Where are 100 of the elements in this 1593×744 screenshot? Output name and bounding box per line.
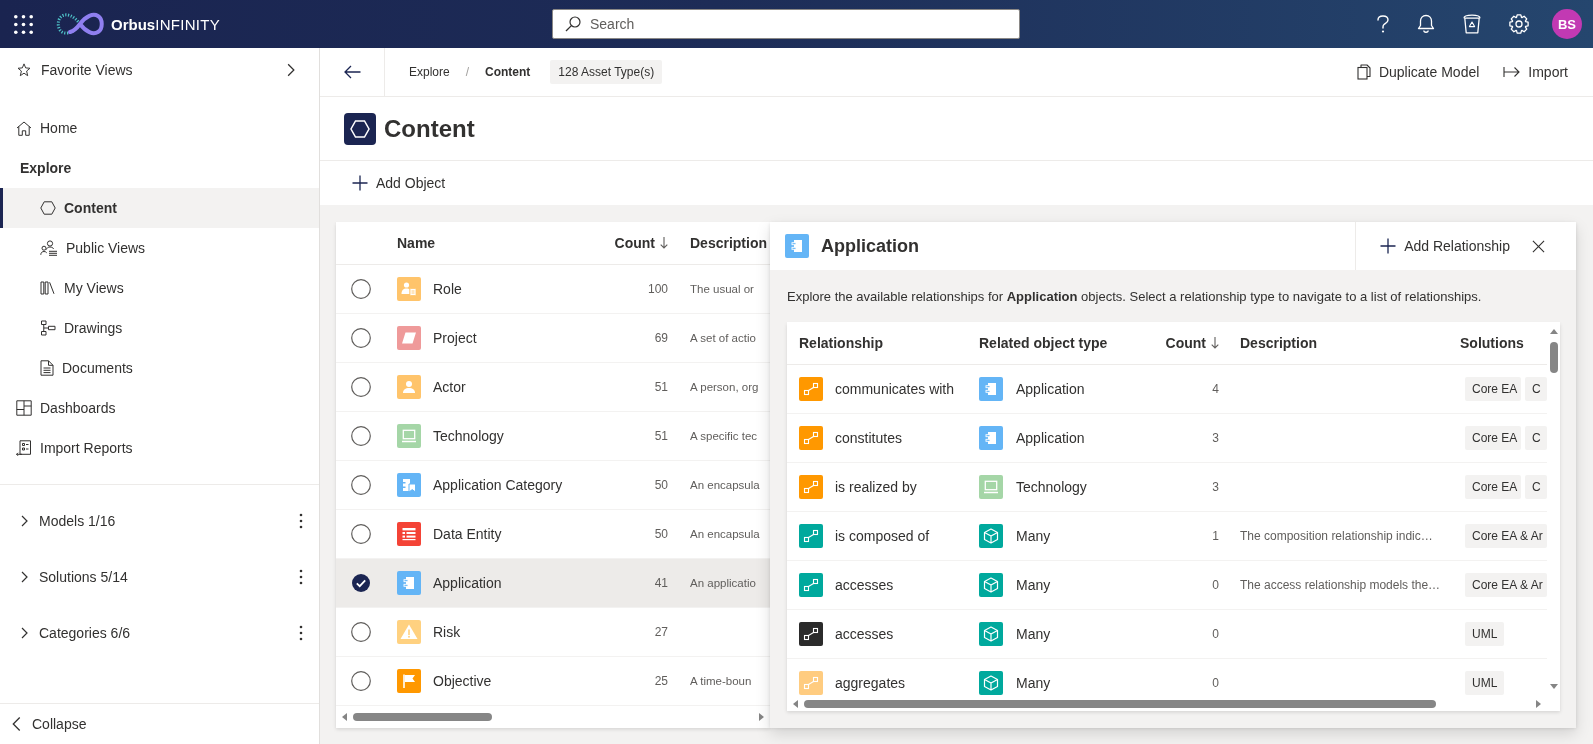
breadcrumb-link[interactable]: Explore	[409, 65, 450, 79]
duplicate-model-button[interactable]: Duplicate Model	[1356, 64, 1480, 80]
object-type-name: Project	[433, 330, 477, 346]
column-header[interactable]: Related object type	[967, 335, 1140, 351]
count-text: 3	[1212, 431, 1219, 445]
sidebar-item[interactable]: Content	[0, 188, 319, 228]
add-object-button[interactable]: Add Object	[352, 175, 446, 191]
relationship-name[interactable]: is realized by	[835, 479, 917, 495]
table-row[interactable]: Project 69 A set of actio	[336, 314, 770, 363]
close-icon[interactable]	[1532, 239, 1545, 253]
page-title: Content	[384, 114, 475, 143]
related-type-name: Application	[1016, 381, 1085, 397]
logo-icon	[55, 10, 105, 38]
column-header[interactable]: Solutions	[1448, 335, 1547, 351]
column-header[interactable]: Description	[678, 235, 770, 251]
table-row[interactable]: Technology 51 A specific tec	[336, 412, 770, 461]
radio-button[interactable]	[351, 622, 371, 642]
caret-left-icon	[342, 713, 347, 721]
sidebar-item[interactable]: Public Views	[0, 228, 319, 268]
count-text: 41	[654, 576, 668, 590]
column-header[interactable]: Name	[386, 235, 610, 251]
collapse-button[interactable]: Collapse	[0, 704, 319, 744]
radio-button[interactable]	[351, 426, 371, 446]
document-icon	[40, 360, 54, 376]
dots-grid-icon[interactable]	[14, 14, 33, 34]
intro-text: Explore the available relationships for Application objects. Select a relationship type to navigate to a list of relationships.	[787, 288, 1483, 306]
breadcrumb-link[interactable]: Content	[485, 65, 531, 79]
relationship-name[interactable]: communicates with	[835, 381, 955, 397]
more-icon[interactable]	[299, 569, 303, 585]
table-row[interactable]: Objective 25 A time-boun	[336, 657, 770, 706]
count-text: 0	[1212, 627, 1219, 641]
radio-button[interactable]	[351, 377, 371, 397]
caret-up-icon	[1549, 329, 1558, 334]
description-text: A specific tec	[690, 430, 758, 442]
count-text: 50	[654, 527, 668, 541]
relationship-name[interactable]: accesses	[835, 626, 894, 642]
user-avatar[interactable]: BS	[1552, 9, 1582, 39]
scrollbar-thumb[interactable]	[1549, 342, 1558, 373]
copy-icon	[1356, 64, 1371, 80]
column-header[interactable]: Relationship	[787, 335, 967, 351]
radio-button[interactable]	[351, 524, 371, 544]
settings-icon[interactable]	[1509, 14, 1529, 34]
caret-left-icon	[793, 699, 798, 708]
description-text: The access relationship models the…	[1240, 578, 1441, 592]
table-row[interactable]: Risk 27	[336, 608, 770, 657]
column-header[interactable]: Description	[1228, 335, 1448, 351]
radio-button[interactable]	[351, 475, 371, 495]
description-text: The composition relationship indic…	[1240, 529, 1433, 543]
add-relationship-button[interactable]: Add Relationship	[1380, 238, 1510, 254]
sidebar-item[interactable]: My Views	[0, 268, 319, 308]
table-row[interactable]: Application Category 50 An encapsula	[336, 461, 770, 510]
sidebar-group[interactable]: Models 1/16	[0, 493, 116, 549]
table-row[interactable]: Role 100 The usual or	[336, 265, 770, 314]
radio-button[interactable]	[352, 574, 370, 592]
star-icon	[17, 62, 31, 77]
count-text: 27	[654, 625, 668, 639]
caret-right-icon	[1536, 699, 1541, 708]
sidebar-group[interactable]: Categories 6/6	[0, 605, 131, 661]
question-mark-icon[interactable]	[1377, 15, 1389, 33]
more-icon[interactable]	[299, 513, 303, 529]
back-arrow-icon[interactable]	[343, 65, 361, 79]
relationship-name[interactable]: constitutes	[835, 430, 902, 446]
sidebar-item[interactable]: Import Reports	[0, 428, 319, 468]
radio-button[interactable]	[351, 279, 371, 299]
description-text: An applicatio	[690, 577, 756, 589]
solution-tag: Core EA	[1465, 475, 1521, 499]
import-button[interactable]: Import	[1503, 64, 1568, 80]
sidebar-item[interactable]: Dashboards	[0, 388, 319, 428]
table-row[interactable]: Application 41 An applicatio	[336, 559, 770, 608]
sidebar-item[interactable]: Documents	[0, 348, 319, 388]
count-text: 1	[1212, 529, 1219, 543]
relationship-name[interactable]: accesses	[835, 577, 894, 593]
more-icon[interactable]	[299, 625, 303, 641]
favorite-views-item[interactable]: Favorite Views	[0, 48, 319, 91]
solution-tag: Core EA	[1465, 426, 1521, 450]
radio-button[interactable]	[351, 671, 371, 691]
recycle-bin-icon[interactable]	[1463, 14, 1481, 34]
search-field[interactable]: Search	[552, 9, 1020, 39]
scrollbar-thumb[interactable]	[353, 713, 492, 721]
sidebar-group[interactable]: Solutions 5/14	[0, 549, 128, 605]
dashboard-icon	[16, 400, 32, 416]
plus-icon	[1380, 238, 1397, 254]
relationship-name[interactable]: aggregates	[835, 675, 906, 691]
column-header[interactable]: Count	[610, 235, 678, 251]
object-type-name: Application Category	[433, 477, 563, 493]
relationship-name[interactable]: is composed of	[835, 528, 930, 544]
scrollbar-thumb[interactable]	[804, 699, 1436, 708]
table-row[interactable]: Actor 51 A person, org	[336, 363, 770, 412]
sidebar-item[interactable]: Drawings	[0, 308, 319, 348]
arrow-right-bar-icon	[1503, 66, 1521, 78]
arrow-down-icon	[660, 237, 668, 249]
sidebar-section[interactable]: Explore	[0, 148, 319, 188]
logo-text: OrbusINFINITY	[111, 15, 221, 33]
column-header[interactable]: Count	[1140, 335, 1228, 351]
bell-icon[interactable]	[1417, 14, 1435, 34]
sidebar-item[interactable]: Home	[0, 108, 319, 148]
count-text: 100	[647, 282, 668, 296]
count-text: 0	[1212, 578, 1219, 592]
radio-button[interactable]	[351, 328, 371, 348]
description-text: A time-boun	[690, 675, 752, 687]
